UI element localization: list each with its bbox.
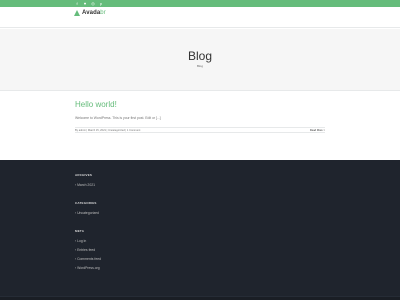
logo-mark-icon	[74, 10, 80, 16]
read-more-link[interactable]: Read More >	[310, 129, 325, 132]
top-bar: f ♥ ◎ p	[0, 0, 400, 7]
logo-name: Avada	[82, 10, 101, 16]
meta-link-comments-feed[interactable]: › Comments feed	[75, 257, 101, 261]
categories-widget: CATEGORIES › Uncategorized	[75, 201, 99, 215]
breadcrumb[interactable]: Blog	[0, 64, 400, 68]
archives-widget: ARCHIVES › March 2021	[75, 173, 95, 187]
logo-text: Avadabr	[82, 10, 106, 16]
category-link[interactable]: › Uncategorized	[75, 211, 99, 215]
facebook-icon[interactable]: f	[75, 1, 79, 6]
social-links: f ♥ ◎ p	[75, 1, 103, 6]
meta-link-entries-feed[interactable]: › Entries feed	[75, 248, 101, 252]
widget-title: CATEGORIES	[75, 201, 97, 205]
meta-link-wordpress[interactable]: › WordPress.org	[75, 266, 101, 270]
page-title: Blog	[187, 49, 213, 63]
post-title[interactable]: Hello world!	[75, 100, 325, 109]
widget-title: META	[75, 229, 85, 233]
site-header	[0, 7, 400, 28]
logo-accent: br	[100, 10, 106, 16]
blog-post: Hello world! Welcome to WordPress. This …	[75, 100, 325, 120]
meta-link-login[interactable]: › Log in	[75, 239, 101, 243]
meta-widget: META › Log in › Entries feed › Comments …	[75, 229, 101, 270]
footer-copyright-bar	[0, 296, 400, 300]
widget-title: ARCHIVES	[75, 173, 93, 177]
post-meta-bar: By admin | March 15, 2021 | Uncategorize…	[75, 127, 325, 133]
post-meta: By admin | March 15, 2021 | Uncategorize…	[75, 129, 141, 132]
archive-link[interactable]: › March 2021	[75, 183, 95, 187]
post-excerpt: Welcome to WordPress. This is your first…	[75, 116, 161, 120]
site-footer	[0, 160, 400, 300]
pinterest-icon[interactable]: p	[99, 1, 103, 6]
instagram-icon[interactable]: ◎	[91, 1, 95, 6]
twitter-icon[interactable]: ♥	[83, 1, 87, 6]
site-logo[interactable]: Avadabr	[74, 10, 106, 16]
